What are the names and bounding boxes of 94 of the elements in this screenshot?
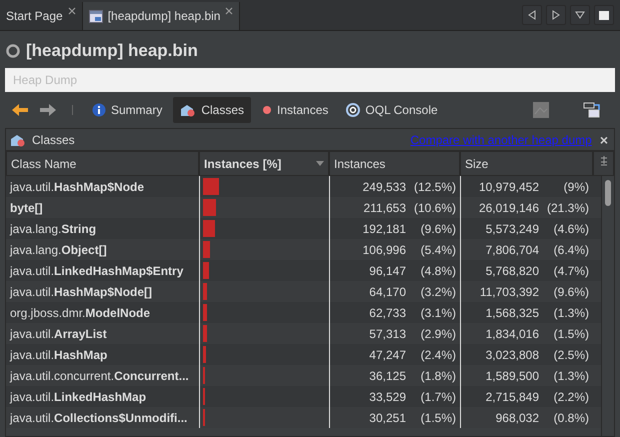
snapshot-icon[interactable] [530,102,552,118]
instances-count: 36,125 [369,368,406,382]
size-value: 10,979,452 [478,180,539,194]
class-name-cell-text: byte[] [9,200,44,216]
sort-caret-icon [316,161,324,166]
instances-percent: (12.5%) [412,180,456,194]
size-value: 11,703,392 [480,284,539,298]
instances-count: 33,529 [369,390,406,404]
right-triangle-icon [552,10,560,20]
class-name-cell-text: java.lang.Object[] [8,242,108,258]
size-value: 1,589,500 [486,368,539,382]
close-icon[interactable] [68,7,76,17]
class-name-cell-text: java.util.HashMap$Node [8,178,146,196]
instances-count: 106,996 [362,242,406,256]
column-header[interactable]: Instances [329,151,460,176]
size-percent: (4.7%) [552,264,589,278]
size-percent: (9%) [562,180,589,194]
instances-percent: (4.8%) [420,264,456,278]
instances-percent: (2.9%) [420,326,456,340]
class-name-cell-text: org.jboss.dmr.ModelNode [9,304,152,322]
size-value: 26,019,146 [478,200,539,214]
panel-title: Classes [32,132,75,146]
class-name-cell-text: java.util.HashMap$Node[] [8,284,154,300]
instances-percent: (10.6%) [412,200,456,214]
instances-percent: (5.4%) [420,242,456,256]
view-tab[interactable]: Summary [85,97,170,123]
class-name-cell-text: java.util.HashMap [8,346,108,364]
instances-percent: (1.7%) [420,390,456,404]
instances-count: 211,653 [364,200,406,214]
scroll-right-button[interactable] [546,5,566,25]
instances-percent: (3.2%) [420,284,456,298]
column-menu-icon[interactable] [600,156,608,166]
instances-count: 64,170 [369,284,406,298]
size-percent: (1.5%) [552,326,589,340]
size-percent: (0.8%) [552,410,589,424]
instances-percent: (1.8%) [420,368,456,382]
tab-label: Start Page [6,9,63,23]
class-name-cell-text: java.util.ArrayList [8,326,108,342]
instances-count: 96,147 [369,264,406,278]
class-name-cell-text: java.lang.String [8,220,98,238]
instances-percent: (9.6%) [420,222,456,236]
class-name-cell-text: java.util.concurrent.Concurrent... [8,368,190,384]
size-percent: (2.5%) [552,348,589,362]
instances-count: 57,313 [369,326,406,340]
dropdown-button[interactable] [570,5,590,25]
size-value: 968,032 [496,410,539,424]
square-icon [599,10,609,20]
instances-percent: (1.5%) [420,410,456,424]
size-value: 3,023,808 [486,348,539,362]
left-triangle-icon [528,10,536,20]
scroll-left-button[interactable] [522,5,542,25]
oql-icon [346,103,360,117]
maximize-button[interactable] [594,5,614,25]
instances-count: 192,181 [362,222,406,236]
size-value: 1,834,016 [486,326,539,340]
editor-tab[interactable]: [heapdump] heap.bin [82,2,240,30]
classes-icon [180,103,196,117]
size-value: 5,573,249 [486,222,539,236]
size-value: 1,568,325 [486,306,539,320]
close-icon[interactable] [225,7,234,17]
column-header[interactable]: Instances [%] [199,151,329,176]
instances-count: 62,733 [369,306,406,320]
instances-percent: (2.4%) [420,348,456,362]
classes-icon [10,132,26,146]
class-name-cell-text: java.util.LinkedHashMap$Entry [8,262,184,280]
size-percent: (1.3%) [552,306,589,320]
heap-icon [6,44,20,58]
class-name-cell-text: java.util.LinkedHashMap [8,388,148,406]
view-tab[interactable]: OQL Console [339,97,445,123]
size-percent: (4.6%) [552,222,589,236]
size-percent: (2.2%) [552,390,589,404]
size-value: 2,715,849 [486,390,539,404]
class-name-cell-text: java.util.Collections$Unmodifi... [8,410,188,426]
column-header[interactable]: Size [460,151,593,176]
size-percent: (9.6%) [552,284,589,298]
instances-count: 249,533 [362,180,406,194]
instances-percent: (3.1%) [420,306,456,320]
instances-count: 30,251 [369,410,406,424]
view-tab[interactable]: Instances [255,97,336,123]
size-value: 7,806,704 [486,242,539,256]
dot-icon [262,105,272,115]
size-percent: (6.4%) [552,242,589,256]
close-button[interactable]: × [598,132,610,148]
down-triangle-icon [575,11,585,19]
heapdump-title: [heapdump] heap.bin [26,41,198,61]
scrollbar-thumb[interactable] [605,180,611,206]
view-tab[interactable]: Classes [173,97,252,123]
size-value: 5,768,820 [486,264,539,278]
size-percent: (21.3%) [546,200,589,214]
tab-label: [heapdump] heap.bin [108,9,220,23]
size-percent: (1.3%) [552,368,589,382]
instances-count: 47,247 [369,348,406,362]
column-header[interactable]: Class Name [6,151,199,176]
info-icon [92,103,106,117]
